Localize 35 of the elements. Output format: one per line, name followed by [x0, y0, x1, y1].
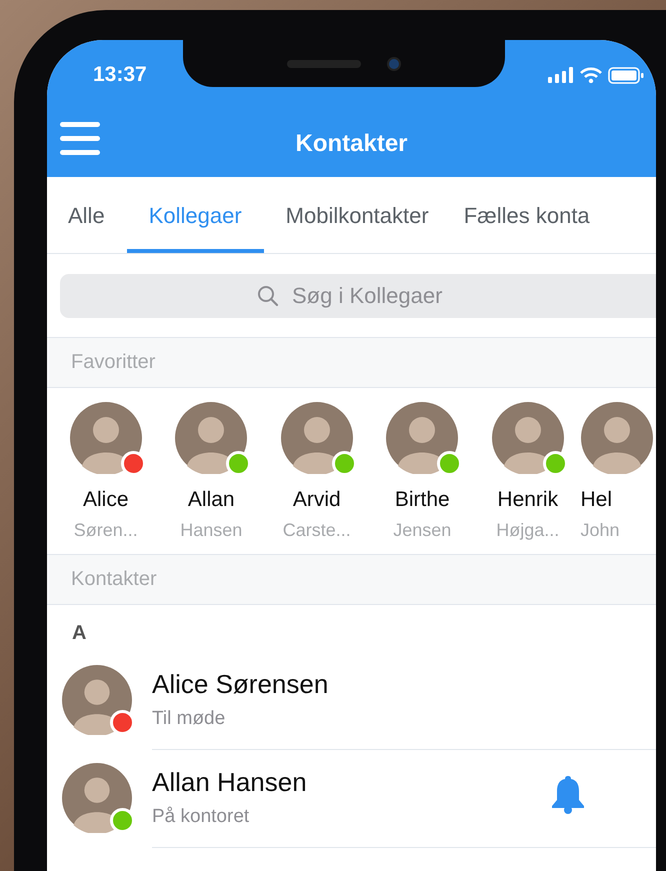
favorite-first-name[interactable]: Alice — [82, 488, 129, 512]
signal-icon — [548, 67, 574, 83]
favorite-first-name[interactable]: Allan — [188, 488, 235, 512]
favorite-last-name: Jensen — [393, 520, 452, 541]
search-field[interactable]: Søg i Kollegaer — [60, 274, 656, 318]
tab[interactable]: Fælles konta — [450, 177, 603, 253]
section-title: Kontakter — [71, 568, 157, 591]
contact-name[interactable]: Allan Hansen — [152, 767, 656, 798]
contact-row[interactable]: Alice Sørensen Til møde — [47, 651, 656, 749]
favorite-first-name[interactable]: Arvid — [292, 488, 341, 512]
search-icon — [257, 285, 279, 307]
favorite-last-name: Søren... — [74, 520, 138, 541]
avatar — [62, 763, 132, 833]
favorite-first-name[interactable]: Birthe — [394, 488, 450, 512]
contact-status: På kontoret — [152, 806, 250, 828]
contact-name[interactable]: Alice Sørensen — [152, 669, 656, 700]
favorite-first-name[interactable]: Henrik — [497, 488, 558, 512]
status-time: 13:37 — [93, 63, 147, 87]
favorite-last-name: Hansen — [180, 520, 242, 541]
page-title: Kontakter — [295, 130, 408, 158]
tab[interactable]: Alle — [55, 177, 118, 253]
favorite-last-name: Carste... — [282, 520, 351, 541]
avatar — [62, 665, 132, 735]
favorite-last-name: Højga... — [496, 520, 560, 541]
tab[interactable]: Mobilkontakter — [272, 177, 442, 253]
favorite-first-name[interactable]: Hel — [580, 488, 612, 512]
battery-icon — [608, 66, 644, 84]
section-title: Favoritter — [71, 351, 156, 374]
contact-row[interactable]: Allan Hansen På kontoret — [47, 749, 656, 847]
contact-status: Til møde — [152, 708, 226, 730]
avatar — [580, 402, 652, 474]
wifi-icon — [580, 67, 602, 83]
menu-icon[interactable] — [60, 120, 100, 156]
index-letter: A — [71, 621, 88, 646]
favorite-last-name: John — [580, 520, 620, 541]
